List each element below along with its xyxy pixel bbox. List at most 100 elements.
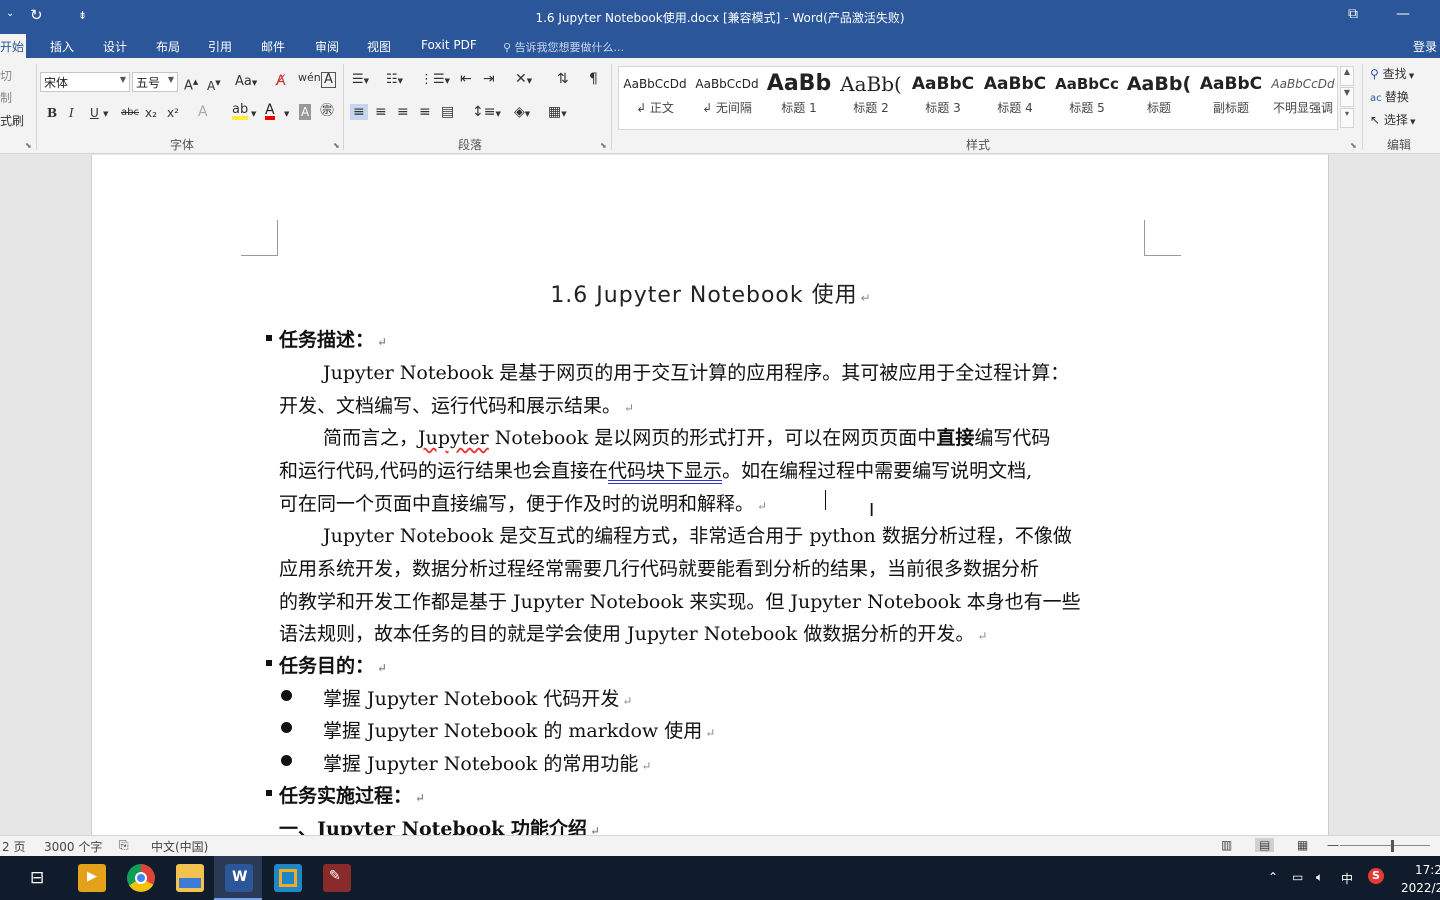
styles-launcher-icon[interactable]: ⬊ [1350,141,1357,150]
sort-icon[interactable]: ⇅ [557,71,569,87]
multilevel-list-icon[interactable]: ⋮☰▼ [420,72,450,89]
copy-button[interactable]: 制 [0,90,12,106]
gallery-more-icon[interactable]: ▾ [1340,108,1354,128]
align-left-icon[interactable]: ≡ [350,104,368,120]
font-size-combo[interactable]: 五号 ▼ [132,72,178,92]
zoom-slider-thumb[interactable] [1391,840,1394,852]
strikethrough-button[interactable]: abc [121,105,139,121]
chevron-down-icon[interactable]: ▼ [251,106,256,122]
shading-icon[interactable]: ◈▼ [514,104,530,122]
tab-insert[interactable]: 插入 [50,38,74,55]
cut-button[interactable]: 切 [0,68,12,84]
network-icon[interactable]: ▭ [1292,870,1303,884]
clock-time[interactable]: 17:2 [1415,863,1440,877]
tab-foxit-pdf[interactable]: Foxit PDF [421,38,477,52]
underline-button[interactable]: U [90,105,99,121]
print-layout-icon[interactable]: ▤ [1255,838,1275,852]
select-button[interactable]: ↖ 选择 ▼ [1370,112,1416,130]
gallery-down-icon[interactable]: ▼ [1340,87,1354,107]
style-title[interactable]: AaBb( 标题 [1123,69,1195,125]
restore-window-icon[interactable]: ⧉ [1348,6,1358,22]
login-link[interactable]: 登录 [1413,38,1437,55]
subscript-button[interactable]: x₂ [145,105,157,121]
paragraph-launcher-icon[interactable]: ⬊ [600,141,607,150]
align-right-icon[interactable]: ≡ [397,104,409,120]
style-heading-1[interactable]: AaBb 标题 1 [763,69,835,125]
chevron-down-icon[interactable]: ▼ [284,106,289,122]
numbering-icon[interactable]: ☷▼ [386,72,403,89]
minimize-icon[interactable]: — [1396,6,1410,22]
proofing-icon[interactable]: ⎘ [119,838,129,853]
font-launcher-icon[interactable]: ⬊ [333,141,340,150]
style-heading-4[interactable]: AaBbC 标题 4 [979,69,1051,125]
style-heading-3[interactable]: AaBbC 标题 3 [907,69,979,125]
word-count[interactable]: 3000 个字 [44,838,102,855]
language-indicator[interactable]: 中文(中国) [151,838,208,855]
style-subtle-emphasis[interactable]: AaBbCcDd 不明显强调 [1267,69,1339,125]
media-player-icon[interactable]: ▶ [78,864,106,892]
word-icon[interactable]: W [225,864,253,892]
font-color-icon[interactable]: A [265,103,275,120]
task-view-icon[interactable]: ⊟ [30,868,44,888]
style-normal[interactable]: AaBbCcDd ↲ 正文 [619,69,691,125]
chevron-down-icon[interactable]: ▼ [103,106,108,122]
distributed-icon[interactable]: ▤ [441,104,454,120]
borders-icon[interactable]: ▦▼ [548,104,567,122]
tell-me-box[interactable]: ⚲ 告诉我您想要做什么... [503,39,624,55]
justify-icon[interactable]: ≡ [419,104,431,120]
bold-button[interactable]: B [47,105,57,121]
clipboard-launcher-icon[interactable]: ⬊ [25,141,32,150]
tab-layout[interactable]: 布局 [156,38,180,55]
show-marks-icon[interactable]: ¶ [589,71,598,87]
style-heading-2[interactable]: AaBb( 标题 2 [835,69,907,125]
chinese-layout-icon[interactable]: ✕▼ [515,71,532,89]
tab-home[interactable]: 开始 [0,34,26,58]
screen-capture-icon[interactable]: ✎ [323,864,351,892]
document-page[interactable]: 1.6 Jupyter Notebook 使用 ↵ 任务描述： ↵ Jupyter … [91,155,1329,835]
line-spacing-icon[interactable]: ↕≡▼ [472,104,501,122]
tab-review[interactable]: 审阅 [315,38,339,55]
zoom-out-icon[interactable]: — [1327,838,1339,852]
style-subtitle[interactable]: AaBbC 副标题 [1195,69,1267,125]
italic-button[interactable]: I [69,105,74,121]
ime-indicator[interactable]: 中 [1341,870,1353,887]
text-effects-icon[interactable]: A [198,104,208,120]
replace-button[interactable]: ac 替换 [1370,89,1409,107]
tab-mailings[interactable]: 邮件 [261,38,285,55]
volume-icon[interactable]: 🔈︎ [1316,870,1323,885]
character-border-icon[interactable]: A [321,72,336,88]
style-heading-5[interactable]: AaBbCc 标题 5 [1051,69,1123,125]
style-no-spacing[interactable]: AaBbCcDd ↲ 无间隔 [691,69,763,125]
chrome-icon[interactable] [127,864,155,892]
tab-references[interactable]: 引用 [208,38,232,55]
bullets-icon[interactable]: ☰▼ [352,72,369,89]
increase-indent-icon[interactable]: ⇥ [483,71,495,87]
phonetic-guide-icon[interactable]: wén [298,70,321,86]
decrease-indent-icon[interactable]: ⇤ [460,71,472,87]
highlight-color-icon[interactable]: ab [232,103,249,120]
grow-font-icon[interactable]: A▲ [184,74,198,94]
superscript-button[interactable]: x² [167,105,179,121]
app-icon[interactable] [274,864,302,892]
tray-expand-icon[interactable]: ⌃ [1268,870,1278,884]
character-shading-icon[interactable]: A [299,104,312,120]
separator [611,64,612,150]
shrink-font-icon[interactable]: A▼ [207,75,221,94]
change-case-icon[interactable]: Aa▼ [235,74,257,91]
read-mode-icon[interactable]: ▥ [1221,838,1232,852]
file-explorer-icon[interactable] [176,864,204,892]
enclose-characters-icon[interactable]: ㊪ [320,103,334,119]
clear-formatting-icon[interactable]: A̸ [276,73,286,89]
align-center-icon[interactable]: ≡ [375,104,387,120]
tab-design[interactable]: 设计 [103,38,127,55]
format-painter-button[interactable]: 式刷 [0,113,24,129]
zoom-slider[interactable] [1340,845,1430,846]
clock-date[interactable]: 2022/2 [1401,881,1440,895]
web-layout-icon[interactable]: ▦ [1297,838,1308,852]
tab-view[interactable]: 视图 [367,38,391,55]
gallery-up-icon[interactable]: ▲ [1340,66,1354,86]
font-name-combo[interactable]: 宋体 ▼ [40,72,130,92]
sogou-ime-icon[interactable]: S [1368,868,1384,884]
find-button[interactable]: ⚲ 查找 ▼ [1370,66,1414,84]
page-count[interactable]: 2 页 [2,838,25,855]
